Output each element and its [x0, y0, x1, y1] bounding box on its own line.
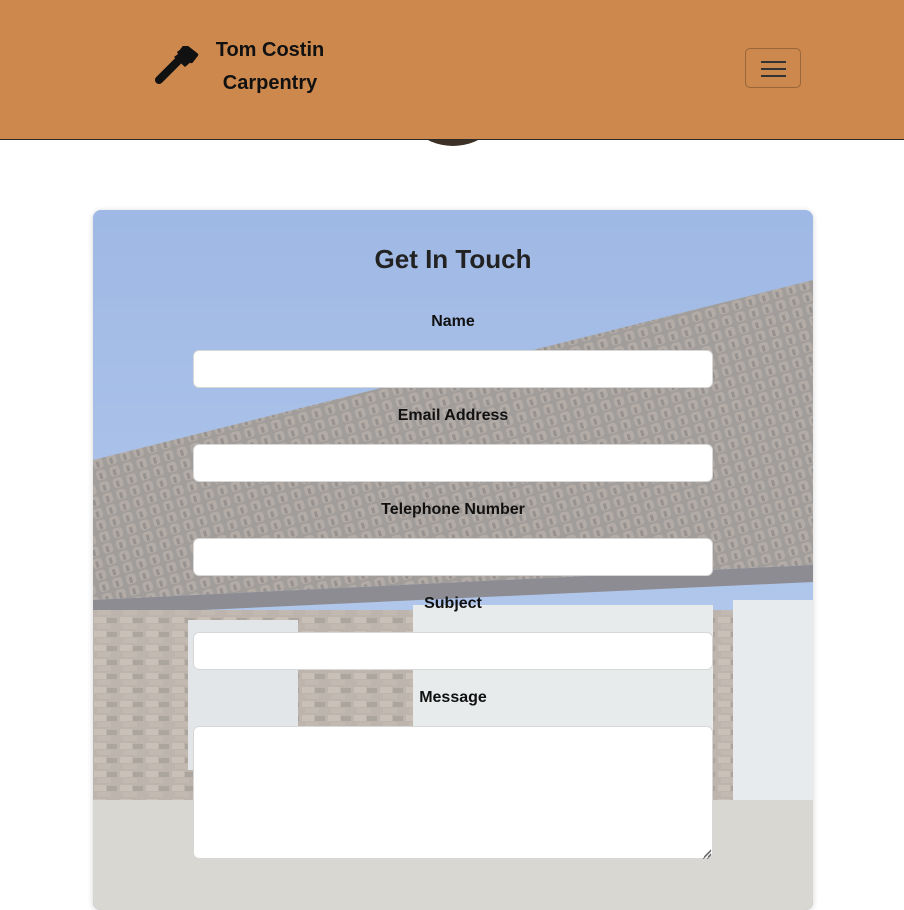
navbar: Tom Costin Carpentry: [0, 0, 904, 140]
message-label: Message: [419, 689, 487, 706]
hamburger-menu-icon: [761, 61, 786, 63]
subject-input[interactable]: [193, 632, 713, 670]
contact-form-card: Get In Touch Name Email Address Telephon…: [93, 210, 813, 910]
email-label: Email Address: [397, 407, 509, 424]
brand-line-2[interactable]: Carpentry: [205, 67, 335, 100]
name-label: Name: [431, 313, 475, 330]
name-input[interactable]: [193, 350, 713, 388]
hammer-icon[interactable]: [151, 46, 199, 90]
telephone-input[interactable]: [193, 538, 713, 576]
brand-line-1[interactable]: Tom Costin: [205, 34, 335, 67]
email-input[interactable]: [193, 444, 713, 482]
resize-grip-icon[interactable]: [701, 851, 711, 859]
subject-label: Subject: [424, 595, 482, 612]
navbar-toggle-button[interactable]: [745, 48, 801, 88]
form-title: Get In Touch: [374, 244, 532, 274]
brand-name[interactable]: Tom Costin Carpentry: [205, 34, 335, 100]
message-textarea[interactable]: [193, 726, 713, 859]
telephone-label: Telephone Number: [381, 501, 525, 518]
